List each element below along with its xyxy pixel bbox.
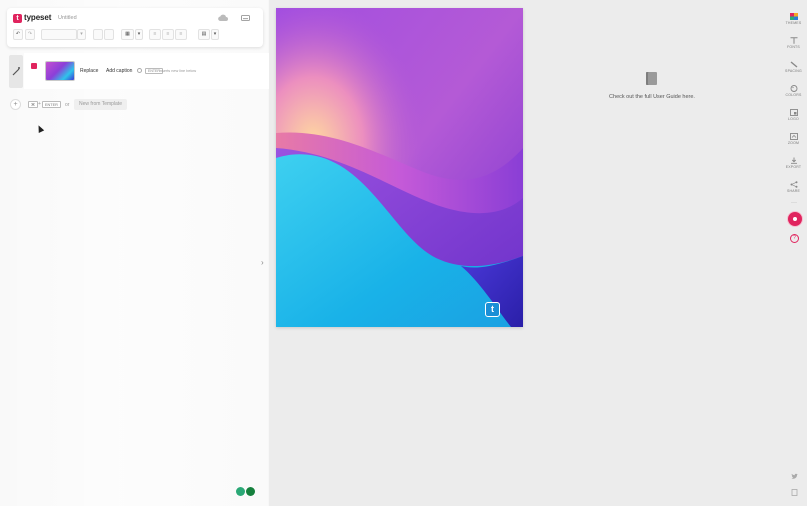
calendar-icon[interactable]: ▤ [198, 29, 210, 40]
location-pin-icon[interactable] [236, 487, 245, 496]
design-canvas[interactable]: t [276, 8, 523, 327]
help-icon[interactable]: ? [790, 234, 799, 243]
insert-button-1[interactable] [93, 29, 103, 40]
more-options-icon[interactable]: ··· [791, 200, 797, 206]
table-icon[interactable]: ▦ [121, 29, 134, 40]
lightbulb-icon [137, 68, 142, 73]
rail-label: COLORS [785, 93, 802, 97]
hint-text: inserts new line below [159, 68, 197, 73]
calendar-caret-icon[interactable]: ▾ [211, 29, 219, 40]
book-icon[interactable] [646, 72, 657, 85]
rail-logo[interactable]: LOGO [780, 109, 807, 121]
block-style-caret-icon[interactable]: ▾ [77, 29, 86, 40]
document-title[interactable]: Untitled [58, 15, 77, 21]
rail-share[interactable]: SHARE [780, 181, 807, 193]
rail-label: FONTS [787, 45, 800, 49]
rail-label: THEMES [785, 21, 802, 25]
chevron-right-icon[interactable]: › [261, 258, 264, 267]
rail-colors[interactable]: COLORS [780, 85, 807, 97]
cmd-key: ⌘ [28, 101, 38, 108]
keyboard-shortcuts-icon[interactable] [241, 15, 250, 21]
table-caret-icon[interactable]: ▾ [135, 29, 143, 40]
add-caption-link[interactable]: Add caption [106, 68, 132, 74]
fonts-icon [790, 37, 797, 44]
replace-link[interactable]: Replace [80, 68, 98, 74]
magic-wand-icon [12, 67, 20, 76]
align-left-icon[interactable]: ≡ [149, 29, 161, 40]
rail-label: SHARE [786, 189, 801, 193]
colors-icon [790, 85, 797, 92]
user-guide-link[interactable]: Check out the full User Guide here. [594, 94, 710, 100]
record-button[interactable] [788, 212, 802, 226]
rail-label: EXPORT [785, 165, 802, 169]
or-text: or [65, 101, 70, 108]
rail-label: SPACING [785, 69, 802, 73]
new-from-template-button[interactable]: New from Template [74, 99, 127, 110]
rail-fonts[interactable]: FONTS [780, 37, 807, 49]
enter-key: ENTER [42, 101, 61, 108]
grammarly-icon[interactable] [246, 487, 255, 496]
formatting-toolbar: ↶ ↷ ▾ ▦ ▾ ≡ ≡ ≡ ▤ ▾ [13, 29, 259, 41]
redo-button[interactable]: ↷ [25, 29, 35, 40]
rail-zoom[interactable]: ZOOM [780, 133, 807, 145]
rail-export[interactable]: EXPORT [780, 157, 807, 169]
rail-spacing[interactable]: SPACING [780, 61, 807, 73]
wallpaper-artwork [276, 8, 523, 327]
document-icon[interactable] [791, 489, 798, 496]
typeset-logo-icon[interactable]: t [13, 14, 22, 23]
align-center-icon[interactable]: ≡ [162, 29, 174, 40]
zoom-icon [789, 133, 798, 140]
plus-separator: + [38, 101, 41, 107]
undo-button[interactable]: ↶ [13, 29, 23, 40]
rail-label: LOGO [788, 117, 799, 121]
twitter-icon[interactable] [791, 473, 798, 480]
block-drag-handle[interactable] [9, 55, 23, 88]
add-block-button[interactable]: + [10, 99, 21, 110]
rail-label: ZOOM [787, 141, 800, 145]
image-thumbnail[interactable] [45, 61, 75, 81]
insert-button-2[interactable] [104, 29, 114, 40]
logo-icon [789, 109, 798, 116]
export-icon [790, 157, 797, 164]
right-sidebar: THEMES FONTS SPACING COLORS LOGO ZOOM EX… [780, 0, 807, 506]
top-bar: t typeset Untitled ↶ ↷ ▾ ▦ ▾ ≡ ≡ ≡ ▤ ▾ [7, 8, 263, 47]
canvas-logo-icon[interactable]: t [485, 302, 500, 317]
themes-icon [789, 13, 798, 20]
rail-themes[interactable]: THEMES [780, 13, 807, 25]
app-name: typeset [24, 13, 52, 22]
block-style-select[interactable] [41, 29, 77, 40]
align-right-icon[interactable]: ≡ [175, 29, 187, 40]
spacing-icon [790, 61, 797, 68]
share-icon [790, 181, 797, 188]
cloud-save-icon[interactable] [218, 14, 228, 22]
image-block-icon [31, 63, 37, 69]
